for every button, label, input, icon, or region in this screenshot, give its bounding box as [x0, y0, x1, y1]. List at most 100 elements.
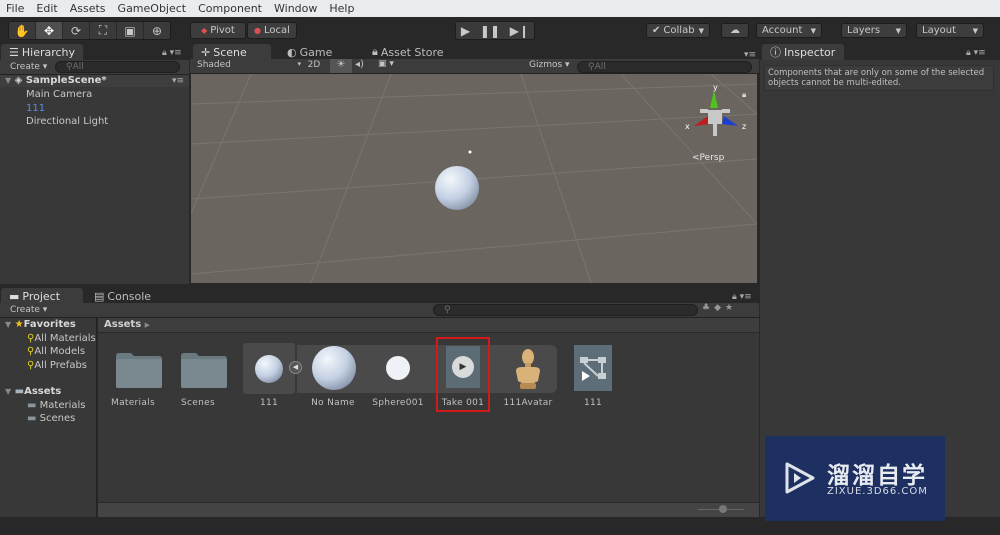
persp-icon: < [692, 153, 700, 163]
menu-gameobject[interactable]: GameObject [112, 2, 193, 15]
gizmos-dropdown[interactable]: Gizmos ▾ [529, 60, 570, 70]
menu-bar: File Edit Assets GameObject Component Wi… [0, 0, 1000, 17]
info-icon: ⓘ [770, 46, 781, 59]
gizmo-lock-icon[interactable]: 🔒︎ [742, 90, 746, 100]
tab-hierarchy[interactable]: ☰ Hierarchy [1, 44, 83, 60]
scale-tool-button[interactable]: ⛶ [90, 22, 117, 39]
transform-tool-button[interactable]: ⊕ [144, 22, 170, 39]
y-axis-cone[interactable] [710, 90, 718, 108]
animator-controller-thumbnail [574, 345, 612, 391]
menu-component[interactable]: Component [192, 2, 268, 15]
persp-toggle[interactable]: <Persp [692, 153, 724, 163]
pause-button[interactable]: ❚❚ [480, 24, 500, 38]
tab-project[interactable]: ▬ Project [1, 288, 83, 304]
filter-type-icon[interactable]: ♣ [702, 303, 714, 313]
unity-editor-window: File Edit Assets GameObject Component Wi… [0, 0, 1000, 535]
step-button[interactable]: ▶❙ [510, 24, 529, 38]
asset-folder-item[interactable]: ▬ Scenes [27, 413, 75, 424]
favorite-item[interactable]: ⚲All Prefabs [27, 360, 87, 371]
tab-inspector[interactable]: ⓘ Inspector [762, 44, 844, 60]
menu-window[interactable]: Window [268, 2, 323, 15]
account-dropdown[interactable]: Account ▼ [756, 23, 822, 38]
transform-tools: ✋ ✥ ⟳ ⛶ ▣ ⊕ [8, 21, 171, 40]
rotate-tool-button[interactable]: ⟳ [63, 22, 90, 39]
cloud-icon: ☁ [730, 25, 740, 36]
favorite-item[interactable]: ⚲All Models [27, 346, 85, 357]
tab-scene[interactable]: ✛ Scene [193, 44, 271, 60]
chevron-left-icon: ◀ [292, 363, 299, 371]
console-icon: ▤ [94, 289, 105, 303]
tab-console[interactable]: ▤ Console [86, 288, 160, 304]
2d-toggle[interactable]: 2D [303, 60, 325, 73]
project-create-button[interactable]: Create ▾ [10, 305, 47, 315]
mesh-thumbnail [386, 356, 410, 380]
folder-icon [181, 353, 227, 388]
project-search-input[interactable]: ⚲ [433, 304, 698, 316]
favorites-header[interactable]: ▼ ★Favorites [5, 319, 76, 330]
scene-viewport[interactable] [191, 74, 757, 283]
chevron-down-icon: ▾ [297, 60, 301, 68]
x-axis-cone[interactable] [694, 116, 710, 126]
inspector-lock-menu[interactable]: 🔒︎ ▾≡ [966, 48, 986, 58]
local-toggle[interactable]: ● Local [247, 22, 297, 39]
tab-asset-store[interactable]: 🔒︎ Asset Store [364, 44, 452, 60]
assets-tree-header[interactable]: ▼ ▬Assets [5, 386, 61, 397]
chevron-down-icon: ▼ [698, 26, 704, 35]
scene-menu-icon[interactable]: ▾≡ [172, 76, 184, 86]
move-tool-button[interactable]: ✥ [36, 22, 63, 39]
play-button[interactable]: ▶ [461, 24, 470, 38]
state-machine-icon [580, 357, 606, 381]
z-axis-cone[interactable] [722, 116, 738, 126]
center-cube[interactable] [708, 110, 722, 124]
shading-mode-dropdown[interactable]: Shaded ▾ [197, 60, 301, 73]
layout-dropdown[interactable]: Layout ▼ [916, 23, 984, 38]
tab-game[interactable]: ◐ Game [279, 44, 341, 60]
layers-dropdown[interactable]: Layers ▼ [841, 23, 907, 38]
folder-icon: ▬ [27, 400, 37, 411]
audio-toggle[interactable]: ◂) [355, 59, 373, 70]
expand-arrow-icon: ▼ [5, 76, 12, 85]
asset-folder-item[interactable]: ▬ Materials [27, 400, 85, 411]
sphere-object[interactable] [435, 166, 479, 210]
scene-root-item[interactable]: ▼ ◈ SampleScene* [5, 75, 107, 86]
watermark-badge: 溜溜自学 ZIXUE.3D66.COM [765, 436, 945, 521]
folder-icon [116, 353, 162, 388]
watermark-logo-icon [785, 462, 815, 494]
light-gizmo [468, 150, 472, 154]
effects-dropdown[interactable]: ▣ ▾ [378, 59, 408, 69]
project-lock-menu[interactable]: 🔒︎ ▾≡ [732, 292, 752, 302]
filter-label-icon[interactable]: ◆ [714, 303, 725, 313]
favorite-star-icon[interactable]: ★ [725, 303, 737, 313]
collab-dropdown[interactable]: ✔ Collab ▼ [646, 23, 710, 38]
unity-logo-icon: ◈ [14, 75, 23, 86]
icon-size-slider-handle[interactable] [719, 505, 727, 513]
chevron-down-icon: ▼ [972, 26, 978, 35]
hierarchy-item[interactable]: Directional Light [26, 116, 108, 127]
menu-assets[interactable]: Assets [64, 2, 112, 15]
scene-tabbar [190, 42, 759, 60]
hierarchy-search-input[interactable]: ⚲All [55, 61, 180, 73]
menu-edit[interactable]: Edit [30, 2, 63, 15]
scale-icon: ⛶ [98, 23, 108, 37]
hierarchy-item[interactable]: 111 [26, 103, 45, 114]
menu-file[interactable]: File [0, 2, 30, 15]
collapse-subassets-button[interactable]: ◀ [289, 361, 302, 374]
hierarchy-lock-menu[interactable]: 🔒︎ ▾≡ [162, 48, 182, 58]
scene-search-input[interactable]: ⚲All [577, 61, 752, 73]
multi-edit-message: Components that are only on some of the … [764, 65, 994, 91]
pivot-icon: ◆ [201, 26, 208, 35]
cloud-button[interactable]: ☁ [721, 23, 749, 38]
hierarchy-create-button[interactable]: Create ▾ [10, 62, 47, 72]
avatar-icon [516, 349, 540, 389]
hand-tool-button[interactable]: ✋ [9, 22, 36, 39]
mesh-thumbnail [312, 346, 356, 390]
menu-help[interactable]: Help [323, 2, 360, 15]
rect-tool-button[interactable]: ▣ [117, 22, 144, 39]
pivot-toggle[interactable]: ◆ Pivot [190, 22, 246, 39]
lighting-toggle[interactable]: ☀ [330, 59, 352, 73]
favorite-item[interactable]: ⚲All Materials [27, 333, 96, 344]
breadcrumb[interactable]: Assets ▶ [98, 318, 759, 333]
model-thumbnail [255, 355, 283, 383]
project-footer [98, 502, 759, 517]
hierarchy-item[interactable]: Main Camera [26, 89, 92, 100]
